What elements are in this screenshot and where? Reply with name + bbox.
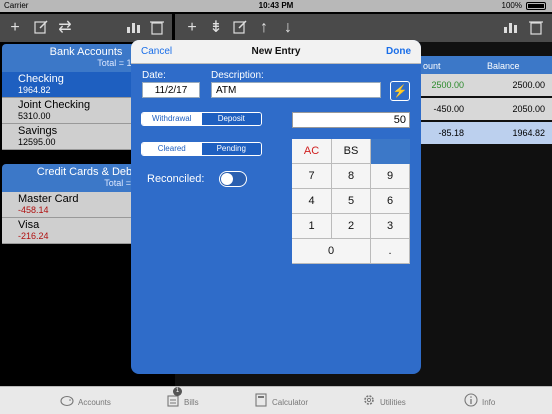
tab-calculator[interactable]: Calculator [254, 390, 324, 412]
key-decimal[interactable]: . [371, 239, 410, 264]
key-backspace[interactable]: BS [332, 139, 371, 164]
gear-icon [364, 395, 374, 405]
arrow-up-icon[interactable]: ↑ [255, 19, 273, 37]
transfer-icon[interactable]: ⇄ [56, 19, 74, 37]
dialog-nav-bar: Cancel New Entry Done [131, 40, 421, 64]
edit-icon[interactable] [231, 19, 249, 37]
register-column-header: ount Balance [421, 56, 552, 76]
status-segmented-control: Cleared Pending [141, 142, 262, 156]
key-empty [371, 139, 410, 164]
toggle-knob [221, 173, 233, 185]
bills-badge: 1 [173, 387, 182, 396]
add-icon[interactable]: + [183, 19, 201, 37]
chart-icon[interactable] [124, 19, 142, 37]
key-1[interactable]: 1 [292, 214, 332, 239]
edit-icon[interactable] [32, 19, 50, 37]
trash-icon[interactable] [527, 19, 545, 37]
key-9[interactable]: 9 [371, 164, 410, 189]
key-2[interactable]: 2 [332, 214, 371, 239]
key-8[interactable]: 8 [332, 164, 371, 189]
add-icon[interactable]: + [6, 19, 24, 37]
date-field[interactable]: 11/2/17 [142, 82, 200, 98]
row-balance: 2050.00 [512, 104, 545, 114]
arrow-down-icon[interactable]: ↓ [279, 19, 297, 37]
tab-label: Info [482, 398, 496, 407]
accounts-toolbar: + ⇄ [0, 14, 172, 42]
register-row-selected[interactable]: -85.18 1964.82 [421, 122, 552, 144]
piggy-bank-icon [60, 395, 74, 407]
numeric-keypad: AC BS 7 8 9 4 5 6 1 2 3 0 . [292, 139, 410, 264]
type-segmented-control: Withdrawal Deposit [141, 112, 262, 126]
cleared-segment[interactable]: Cleared [142, 143, 202, 155]
tab-label: Calculator [272, 398, 309, 407]
description-field[interactable]: ATM [211, 82, 381, 98]
dialog-title: New Entry [251, 46, 301, 57]
lightning-icon: ⚡ [392, 84, 408, 98]
status-bar: Carrier 10:43 PM 100% [0, 0, 552, 12]
done-button[interactable]: Done [386, 46, 411, 57]
trash-icon[interactable] [148, 19, 166, 37]
info-icon [464, 393, 478, 407]
deposit-segment[interactable]: Deposit [201, 113, 261, 125]
tab-label: Utilities [380, 398, 406, 407]
battery-percent: 100% [501, 1, 522, 10]
row-balance: 2500.00 [512, 80, 545, 90]
row-balance: 1964.82 [512, 128, 545, 138]
key-6[interactable]: 6 [371, 189, 410, 214]
balance-column-header: Balance [487, 61, 520, 71]
tab-label: Bills [184, 398, 199, 407]
split-icon[interactable]: ⇟ [207, 19, 225, 37]
reconciled-label: Reconciled: [147, 173, 205, 185]
tab-utilities[interactable]: Utilities [362, 390, 422, 412]
key-4[interactable]: 4 [292, 189, 332, 214]
tab-bar: Accounts 1 Bills Calculator Utilities In… [0, 386, 552, 414]
tab-bills[interactable]: 1 Bills [166, 387, 216, 412]
tab-label: Accounts [78, 398, 111, 407]
chart-icon[interactable] [501, 19, 519, 37]
row-amount: -85.18 [438, 128, 464, 138]
row-amount: -450.00 [433, 104, 464, 114]
tab-info[interactable]: Info [464, 390, 514, 412]
key-0[interactable]: 0 [292, 239, 371, 264]
register-toolbar: + ⇟ ↑ ↓ [175, 14, 552, 42]
clock: 10:43 PM [258, 1, 294, 10]
key-3[interactable]: 3 [371, 214, 410, 239]
register-row[interactable]: 2500.00 2500.00 [421, 74, 552, 96]
amount-column-header: ount [423, 61, 441, 71]
new-entry-dialog: Cancel New Entry Done Date: 11/2/17 Desc… [131, 40, 421, 374]
row-amount: 2500.00 [431, 80, 464, 90]
battery-icon [526, 2, 546, 10]
key-5[interactable]: 5 [332, 189, 371, 214]
calculator-icon [255, 393, 267, 407]
key-7[interactable]: 7 [292, 164, 332, 189]
key-clear[interactable]: AC [292, 139, 332, 164]
amount-display[interactable]: 50 [292, 112, 410, 128]
register-row[interactable]: -450.00 2050.00 [421, 98, 552, 120]
withdrawal-segment[interactable]: Withdrawal [142, 113, 202, 125]
description-label: Description: [211, 70, 264, 81]
reconciled-toggle[interactable] [219, 171, 247, 187]
pending-segment[interactable]: Pending [201, 143, 261, 155]
quick-fill-button[interactable]: ⚡ [390, 81, 410, 101]
date-label: Date: [142, 70, 166, 81]
tab-accounts[interactable]: Accounts [60, 390, 130, 412]
